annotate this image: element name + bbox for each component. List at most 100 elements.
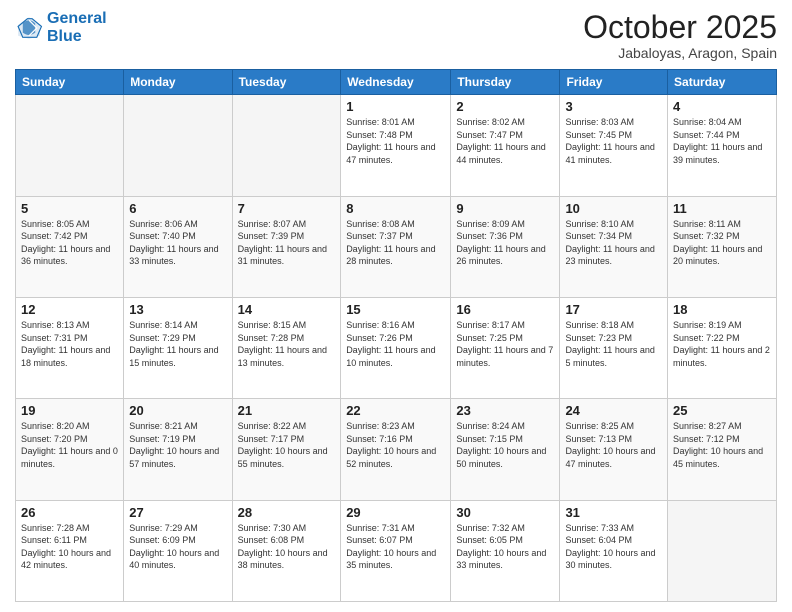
week-row-2: 5 Sunrise: 8:05 AM Sunset: 7:42 PM Daylig… bbox=[16, 196, 777, 297]
day-cell bbox=[668, 500, 777, 601]
day-cell: 13Sunrise: 8:14 AM Sunset: 7:29 PM Dayli… bbox=[124, 297, 232, 398]
week-row-4: 19 Sunrise: 8:20 AM Sunset: 7:20 PM Dayli… bbox=[16, 399, 777, 500]
day-info: Sunrise: 8:09 AM Sunset: 7:36 PM Dayligh… bbox=[456, 218, 554, 268]
day-info: Sunrise: 7:33 AM Sunset: 6:04 PM Dayligh… bbox=[565, 522, 662, 572]
day-number: 20 bbox=[129, 403, 226, 418]
day-cell: 11Sunrise: 8:11 AM Sunset: 7:32 PM Dayli… bbox=[668, 196, 777, 297]
day-cell: 15Sunrise: 8:16 AM Sunset: 7:26 PM Dayli… bbox=[341, 297, 451, 398]
day-info: Sunrise: 8:22 AM Sunset: 7:17 PM Dayligh… bbox=[238, 420, 336, 470]
day-cell: 22 Sunrise: 8:23 AM Sunset: 7:16 PM Dayli… bbox=[341, 399, 451, 500]
logo-line1: General bbox=[47, 10, 107, 27]
day-number: 4 bbox=[673, 99, 771, 114]
day-info: Sunrise: 7:30 AM Sunset: 6:08 PM Dayligh… bbox=[238, 522, 336, 572]
day-number: 28 bbox=[238, 505, 336, 520]
day-info: Sunrise: 8:03 AM Sunset: 7:45 PM Dayligh… bbox=[565, 116, 662, 166]
calendar-table: SundayMondayTuesdayWednesdayThursdayFrid… bbox=[15, 69, 777, 602]
day-number: 12 bbox=[21, 302, 118, 317]
day-cell: 26 Sunrise: 7:28 AM Sunset: 6:11 PM Dayli… bbox=[16, 500, 124, 601]
logo-icon bbox=[15, 14, 43, 42]
calendar-page: General Blue October 2025 Jabaloyas, Ara… bbox=[0, 0, 792, 612]
day-info: Sunrise: 8:11 AM Sunset: 7:32 PM Dayligh… bbox=[673, 218, 771, 268]
day-number: 18 bbox=[673, 302, 771, 317]
day-cell: 14 Sunrise: 8:15 AM Sunset: 7:28 PM Dayli… bbox=[232, 297, 341, 398]
day-cell: 18 Sunrise: 8:19 AM Sunset: 7:22 PM Dayli… bbox=[668, 297, 777, 398]
title-block: October 2025 Jabaloyas, Aragon, Spain bbox=[583, 10, 777, 61]
day-cell: 24Sunrise: 8:25 AM Sunset: 7:13 PM Dayli… bbox=[560, 399, 668, 500]
day-cell: 31 Sunrise: 7:33 AM Sunset: 6:04 PM Dayli… bbox=[560, 500, 668, 601]
header: General Blue October 2025 Jabaloyas, Ara… bbox=[15, 10, 777, 61]
day-info: Sunrise: 8:07 AM Sunset: 7:39 PM Dayligh… bbox=[238, 218, 336, 268]
day-info: Sunrise: 8:19 AM Sunset: 7:22 PM Dayligh… bbox=[673, 319, 771, 369]
day-info: Sunrise: 8:21 AM Sunset: 7:19 PM Dayligh… bbox=[129, 420, 226, 470]
day-number: 31 bbox=[565, 505, 662, 520]
logo-text: General Blue bbox=[47, 10, 107, 45]
day-cell: 4Sunrise: 8:04 AM Sunset: 7:44 PM Daylig… bbox=[668, 95, 777, 196]
day-cell: 5 Sunrise: 8:05 AM Sunset: 7:42 PM Daylig… bbox=[16, 196, 124, 297]
month-title: October 2025 bbox=[583, 10, 777, 45]
day-info: Sunrise: 8:18 AM Sunset: 7:23 PM Dayligh… bbox=[565, 319, 662, 369]
week-row-3: 12 Sunrise: 8:13 AM Sunset: 7:31 PM Dayli… bbox=[16, 297, 777, 398]
weekday-header-thursday: Thursday bbox=[451, 70, 560, 95]
day-info: Sunrise: 8:23 AM Sunset: 7:16 PM Dayligh… bbox=[346, 420, 445, 470]
day-number: 9 bbox=[456, 201, 554, 216]
day-cell: 16 Sunrise: 8:17 AM Sunset: 7:25 PM Dayli… bbox=[451, 297, 560, 398]
day-cell: 6 Sunrise: 8:06 AM Sunset: 7:40 PM Daylig… bbox=[124, 196, 232, 297]
day-cell: 30 Sunrise: 7:32 AM Sunset: 6:05 PM Dayli… bbox=[451, 500, 560, 601]
logo-line2: Blue bbox=[47, 28, 82, 45]
day-info: Sunrise: 8:27 AM Sunset: 7:12 PM Dayligh… bbox=[673, 420, 771, 470]
weekday-header-row: SundayMondayTuesdayWednesdayThursdayFrid… bbox=[16, 70, 777, 95]
day-number: 8 bbox=[346, 201, 445, 216]
day-number: 19 bbox=[21, 403, 118, 418]
day-cell bbox=[16, 95, 124, 196]
week-row-5: 26 Sunrise: 7:28 AM Sunset: 6:11 PM Dayli… bbox=[16, 500, 777, 601]
day-number: 6 bbox=[129, 201, 226, 216]
day-number: 1 bbox=[346, 99, 445, 114]
day-cell: 10 Sunrise: 8:10 AM Sunset: 7:34 PM Dayli… bbox=[560, 196, 668, 297]
day-number: 17 bbox=[565, 302, 662, 317]
weekday-header-sunday: Sunday bbox=[16, 70, 124, 95]
day-number: 22 bbox=[346, 403, 445, 418]
week-row-1: 1Sunrise: 8:01 AM Sunset: 7:48 PM Daylig… bbox=[16, 95, 777, 196]
day-info: Sunrise: 8:16 AM Sunset: 7:26 PM Dayligh… bbox=[346, 319, 445, 369]
day-cell bbox=[124, 95, 232, 196]
day-cell: 20 Sunrise: 8:21 AM Sunset: 7:19 PM Dayli… bbox=[124, 399, 232, 500]
logo: General Blue bbox=[15, 10, 107, 45]
day-cell: 23Sunrise: 8:24 AM Sunset: 7:15 PM Dayli… bbox=[451, 399, 560, 500]
day-info: Sunrise: 8:06 AM Sunset: 7:40 PM Dayligh… bbox=[129, 218, 226, 268]
day-cell: 12 Sunrise: 8:13 AM Sunset: 7:31 PM Dayli… bbox=[16, 297, 124, 398]
day-info: Sunrise: 7:28 AM Sunset: 6:11 PM Dayligh… bbox=[21, 522, 118, 572]
day-info: Sunrise: 7:32 AM Sunset: 6:05 PM Dayligh… bbox=[456, 522, 554, 572]
day-info: Sunrise: 8:20 AM Sunset: 7:20 PM Dayligh… bbox=[21, 420, 118, 470]
day-info: Sunrise: 8:05 AM Sunset: 7:42 PM Dayligh… bbox=[21, 218, 118, 268]
day-info: Sunrise: 8:10 AM Sunset: 7:34 PM Dayligh… bbox=[565, 218, 662, 268]
day-cell: 25 Sunrise: 8:27 AM Sunset: 7:12 PM Dayli… bbox=[668, 399, 777, 500]
day-number: 27 bbox=[129, 505, 226, 520]
weekday-header-friday: Friday bbox=[560, 70, 668, 95]
location: Jabaloyas, Aragon, Spain bbox=[583, 45, 777, 61]
day-cell: 21Sunrise: 8:22 AM Sunset: 7:17 PM Dayli… bbox=[232, 399, 341, 500]
day-cell: 27Sunrise: 7:29 AM Sunset: 6:09 PM Dayli… bbox=[124, 500, 232, 601]
day-cell: 7 Sunrise: 8:07 AM Sunset: 7:39 PM Daylig… bbox=[232, 196, 341, 297]
day-info: Sunrise: 8:13 AM Sunset: 7:31 PM Dayligh… bbox=[21, 319, 118, 369]
day-number: 5 bbox=[21, 201, 118, 216]
day-number: 25 bbox=[673, 403, 771, 418]
weekday-header-saturday: Saturday bbox=[668, 70, 777, 95]
day-number: 14 bbox=[238, 302, 336, 317]
day-cell: 9 Sunrise: 8:09 AM Sunset: 7:36 PM Daylig… bbox=[451, 196, 560, 297]
day-number: 23 bbox=[456, 403, 554, 418]
day-info: Sunrise: 8:15 AM Sunset: 7:28 PM Dayligh… bbox=[238, 319, 336, 369]
day-cell: 29Sunrise: 7:31 AM Sunset: 6:07 PM Dayli… bbox=[341, 500, 451, 601]
day-number: 7 bbox=[238, 201, 336, 216]
day-info: Sunrise: 7:31 AM Sunset: 6:07 PM Dayligh… bbox=[346, 522, 445, 572]
day-cell: 28 Sunrise: 7:30 AM Sunset: 6:08 PM Dayli… bbox=[232, 500, 341, 601]
day-number: 26 bbox=[21, 505, 118, 520]
day-number: 16 bbox=[456, 302, 554, 317]
day-number: 3 bbox=[565, 99, 662, 114]
day-number: 10 bbox=[565, 201, 662, 216]
day-cell: 2Sunrise: 8:02 AM Sunset: 7:47 PM Daylig… bbox=[451, 95, 560, 196]
weekday-header-wednesday: Wednesday bbox=[341, 70, 451, 95]
day-cell: 19 Sunrise: 8:20 AM Sunset: 7:20 PM Dayli… bbox=[16, 399, 124, 500]
day-number: 13 bbox=[129, 302, 226, 317]
day-info: Sunrise: 8:17 AM Sunset: 7:25 PM Dayligh… bbox=[456, 319, 554, 369]
day-number: 30 bbox=[456, 505, 554, 520]
